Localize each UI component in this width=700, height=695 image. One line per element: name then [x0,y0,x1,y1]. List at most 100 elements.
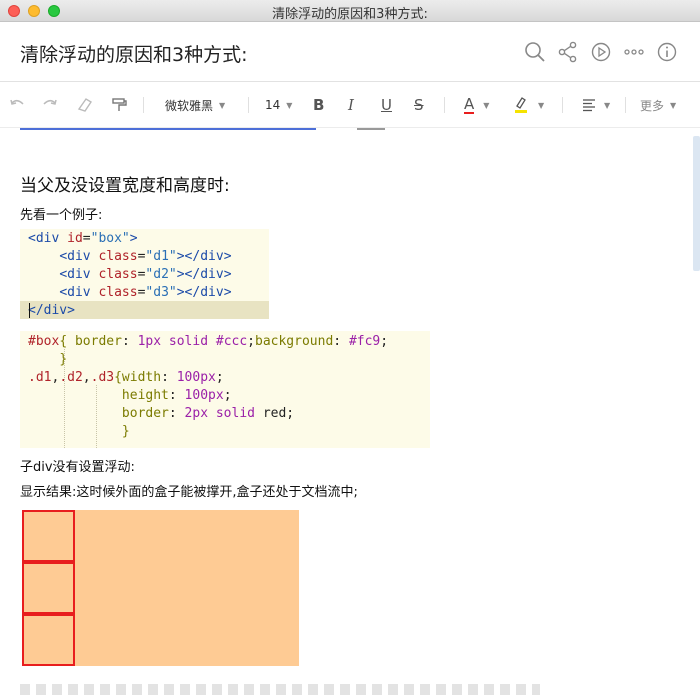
strikethrough-button[interactable]: S [414,95,424,115]
undo-icon[interactable] [8,95,26,115]
toolbar-divider [444,97,445,113]
code-token: "d3" [145,285,177,300]
code-token: : [168,388,185,403]
code-token: height [121,388,169,403]
code-token: px solid [192,406,263,421]
code-token: class [98,285,138,300]
font-color-button[interactable]: A ▼ [464,95,489,115]
chevron-down-icon: ▼ [286,100,293,110]
note-title[interactable]: 清除浮动的原因和3种方式: [20,40,248,67]
code-token: red; [262,406,295,421]
text-cut-off [357,128,385,130]
demo-child-box-d1 [22,510,75,562]
present-icon[interactable] [590,41,612,63]
code-token: class [98,267,138,282]
code-token: ; [380,334,389,349]
scrollbar[interactable] [693,136,700,271]
text-cursor [29,303,30,318]
demo-child-box-d3 [22,614,75,666]
code-line[interactable]: <div class="d1"></div> [28,248,231,266]
code-token: id [67,231,83,246]
more-icon[interactable] [623,41,645,63]
highlighter-icon [515,97,527,113]
result-note: 显示结果:这时候外面的盒子能被撑开,盒子还处于文档流中; [20,485,358,500]
formatting-toolbar: 微软雅黑 ▼ 14 ▼ B I U S A ▼ ▼ ▼ 更多 ▼ [0,83,700,128]
chevron-down-icon: ▼ [483,100,490,110]
italic-button[interactable]: I [348,95,354,115]
code-token: ; [215,370,224,385]
highlight-color-button[interactable]: ▼ [514,95,544,115]
font-size-value: 14 [265,98,281,112]
no-float-note: 子div没有设置浮动: [20,460,135,475]
code-token: <div [59,285,99,300]
code-line[interactable]: } [28,351,67,369]
text-cut-off [20,684,540,695]
link-text-cut-off[interactable] [20,128,316,130]
code-token: , [82,370,91,385]
code-token: .d3 [90,370,115,385]
code-token: } [121,424,130,439]
code-token: #box [28,334,60,349]
font-size-select[interactable]: 14 ▼ [265,95,292,115]
code-token: ; [247,334,255,349]
code-token: ></div> [176,267,232,282]
more-menu-button[interactable]: 更多 ▼ [640,95,676,115]
code-token: = [82,231,91,246]
share-icon[interactable] [557,41,579,63]
code-token: <div [28,231,68,246]
window-title: 清除浮动的原因和3种方式: [272,7,428,22]
align-left-icon [583,99,595,112]
demo-child-box-d2 [22,562,75,614]
code-line[interactable]: <div class="d3"></div> [28,284,231,302]
eraser-icon[interactable] [76,95,94,115]
code-token: px [208,388,224,403]
search-icon[interactable] [524,41,546,63]
code-token: 100 [184,388,209,403]
code-token: .d1 [28,370,52,385]
format-painter-icon[interactable] [110,95,128,115]
note-body[interactable]: 当父及没设置宽度和高度时: 先看一个例子: <div id="box"> <di… [0,128,692,695]
code-token: background [255,334,334,349]
html-code-block[interactable]: <div id="box"> <div class="d1"></div> <d… [20,229,269,319]
code-token: class [98,249,138,264]
note-header: 清除浮动的原因和3种方式: [0,22,700,82]
font-family-select[interactable]: 微软雅黑 ▼ [165,95,225,115]
code-token: <div [59,249,99,264]
code-token: "d1" [145,249,177,264]
code-token: {width [114,370,162,385]
toolbar-divider [248,97,249,113]
code-line[interactable]: .d1,.d2,.d3{width: 100px; [28,369,224,387]
code-token: } [59,352,68,367]
toolbar-divider [143,97,144,113]
code-line[interactable]: <div id="box"> [28,230,138,248]
code-token: > [129,231,138,246]
code-token: "d2" [145,267,177,282]
code-token: { border [59,334,122,349]
code-line[interactable]: <div class="d2"></div> [28,266,232,284]
code-line[interactable]: border: 2px solid red; [28,405,294,423]
align-button[interactable]: ▼ [582,95,610,115]
code-token: : [121,334,138,349]
code-token: 100 [176,370,201,385]
bold-button[interactable]: B [313,95,324,115]
underline-button[interactable]: U [381,95,392,115]
redo-icon[interactable] [41,95,59,115]
font-color-label: A [464,95,475,114]
window-titlebar: 清除浮动的原因和3种方式: [0,0,700,22]
code-line[interactable]: height: 100px; [28,387,232,405]
code-token: </div> [28,303,75,318]
code-token: px [200,370,216,385]
code-token: : [161,370,177,385]
demo-parent-box [22,510,299,666]
chevron-down-icon: ▼ [604,100,611,110]
info-icon[interactable] [656,41,678,63]
code-line[interactable]: } [28,423,130,441]
code-token: "box" [90,231,130,246]
code-token: border [121,406,169,421]
code-line[interactable]: #box{ border: 1px solid #ccc;background:… [28,333,388,351]
font-family-value: 微软雅黑 [165,98,214,113]
css-code-block[interactable]: #box{ border: 1px solid #ccc;background:… [20,331,430,448]
code-line[interactable]: </div> [28,302,75,320]
toolbar-divider [562,97,563,113]
code-token: ; [223,388,232,403]
